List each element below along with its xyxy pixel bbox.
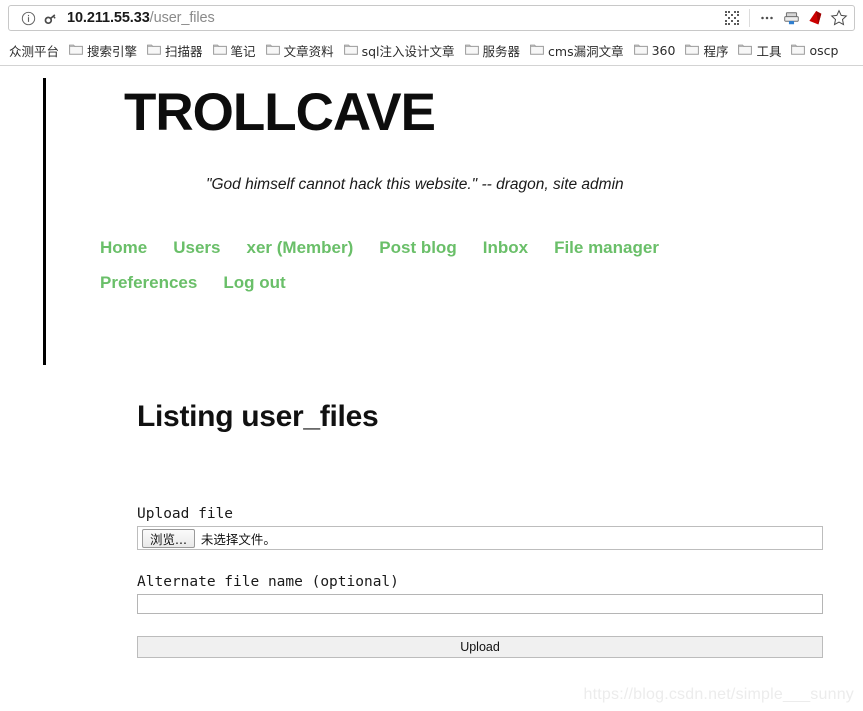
bookmark-label: 服务器 (482, 44, 521, 59)
alternate-file-name-input[interactable] (137, 594, 823, 614)
toolbar-divider (749, 9, 750, 27)
bookmarks-bar: 众测平台 搜索引擎 扫描器 笔记 文章资料 sql注入设计文章 服务器 cms漏洞文章 360 程… (0, 36, 863, 65)
key-icon[interactable] (39, 7, 61, 29)
nav-link-users[interactable]: Users (173, 238, 220, 258)
browse-button[interactable]: 浏览... (142, 528, 195, 548)
upload-submit-button[interactable]: Upload (137, 636, 823, 658)
bookmark-label: cms漏洞文章 (548, 44, 624, 59)
nav-link-xer-member[interactable]: xer (Member) (247, 238, 354, 258)
nav-link-inbox[interactable]: Inbox (483, 238, 528, 258)
bookmark-label: 程序 (703, 44, 729, 59)
bookmark-item[interactable]: cms漏洞文章 (525, 39, 629, 62)
left-vertical-rule (43, 78, 46, 365)
nav-link-log-out[interactable]: Log out (223, 273, 285, 293)
bookmark-item[interactable]: sql注入设计文章 (339, 39, 460, 62)
site-title: TROLLCAVE (124, 83, 436, 142)
bookmark-label: sql注入设计文章 (361, 44, 455, 59)
bookmark-item[interactable]: 扫描器 (142, 39, 208, 62)
bookmark-item[interactable]: 文章资料 (261, 39, 339, 62)
bookmark-item[interactable]: 众测平台 (4, 39, 64, 62)
bookmark-item[interactable]: 360 (629, 41, 681, 60)
nav-link-home[interactable]: Home (100, 238, 147, 258)
folder-icon (343, 43, 358, 58)
folder-icon (530, 43, 544, 58)
page-title: Listing user_files (137, 400, 379, 434)
address-bar-actions (721, 7, 850, 29)
bookmark-label: 工具 (756, 44, 782, 59)
upload-file-label: Upload file (137, 506, 234, 522)
upload-form: Upload file 浏览... 未选择文件。 Alternate file … (137, 506, 823, 658)
ruby-extension-icon[interactable] (804, 7, 826, 29)
bookmark-item[interactable]: oscp (786, 41, 843, 60)
bookmark-item[interactable]: 笔记 (208, 39, 261, 62)
address-bar[interactable]: 10.211.55.33/user_files (8, 5, 855, 31)
browser-chrome: 10.211.55.33/user_files 众测平台 搜索引擎 扫描器 笔记… (0, 0, 863, 66)
more-options-icon[interactable] (756, 7, 778, 29)
nav-link-preferences[interactable]: Preferences (100, 273, 197, 293)
qr-code-icon[interactable] (721, 7, 743, 29)
nav-link-post-blog[interactable]: Post blog (379, 238, 456, 258)
url-text[interactable]: 10.211.55.33/user_files (61, 10, 721, 26)
bookmark-label: 文章资料 (283, 44, 334, 59)
folder-icon (738, 43, 753, 58)
star-bookmark-icon[interactable] (828, 7, 850, 29)
info-icon[interactable] (17, 7, 39, 29)
url-host: 10.211.55.33 (67, 10, 150, 26)
bookmark-label: 笔记 (230, 44, 256, 59)
folder-icon (212, 43, 227, 58)
bookmark-item[interactable]: 服务器 (460, 39, 526, 62)
main-navigation: Home Users xer (Member) Post blog Inbox File … (100, 238, 800, 308)
bookmark-item[interactable]: 搜索引擎 (64, 39, 142, 62)
watermark: https://blog.csdn.net/simple___sunny (583, 686, 854, 703)
folder-icon (464, 43, 479, 58)
save-to-pocket-icon[interactable] (780, 7, 802, 29)
folder-icon (147, 43, 161, 58)
bookmark-item[interactable]: 程序 (680, 39, 733, 62)
bookmark-label: 众测平台 (9, 44, 60, 59)
bookmark-label: 360 (651, 43, 676, 58)
folder-icon (633, 43, 648, 58)
folder-icon (685, 43, 700, 58)
site-tagline: "God himself cannot hack this website." … (206, 176, 624, 193)
bookmark-label: oscp (809, 43, 839, 58)
file-input[interactable]: 浏览... 未选择文件。 (137, 526, 823, 550)
folder-icon (791, 43, 806, 58)
url-path: /user_files (149, 10, 215, 26)
nav-link-file-manager[interactable]: File manager (554, 238, 659, 258)
folder-icon (69, 43, 83, 58)
bookmark-item[interactable]: 工具 (733, 39, 786, 62)
page-content: TROLLCAVE "God himself cannot hack this … (0, 66, 863, 711)
folder-icon (265, 43, 280, 58)
alternate-file-name-label: Alternate file name (optional) (137, 574, 399, 590)
bookmark-label: 扫描器 (165, 44, 203, 59)
file-status-text: 未选择文件。 (200, 531, 276, 547)
url-bar-row: 10.211.55.33/user_files (0, 0, 863, 36)
bookmark-label: 搜索引擎 (87, 44, 138, 59)
